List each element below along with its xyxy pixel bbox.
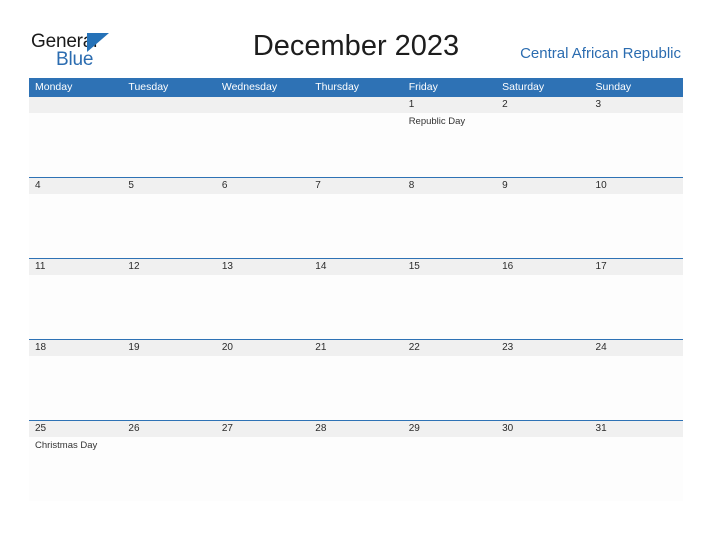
- day-events[interactable]: [496, 113, 589, 177]
- day-events[interactable]: [216, 437, 309, 501]
- week-row: 1 2 3 Republic Day: [29, 96, 683, 177]
- weekday-header-wednesday: Wednesday: [221, 81, 278, 93]
- day-number[interactable]: [309, 97, 402, 113]
- week-row: 4 5 6 7 8 9 10: [29, 177, 683, 258]
- day-events[interactable]: [122, 194, 215, 258]
- weekday-header-friday: Friday: [408, 81, 438, 93]
- day-number[interactable]: 11: [29, 259, 122, 275]
- week-date-band: 18 19 20 21 22 23 24: [29, 339, 683, 356]
- weekday-header-saturday: Saturday: [502, 81, 545, 93]
- week-event-band: [29, 194, 683, 258]
- day-events[interactable]: [29, 194, 122, 258]
- day-number[interactable]: 9: [496, 178, 589, 194]
- week-date-band: 25 26 27 28 29 30 31: [29, 420, 683, 437]
- page-header: General Blue December 2023 Central Afric…: [0, 0, 712, 76]
- day-events[interactable]: [403, 437, 496, 501]
- day-number[interactable]: [216, 97, 309, 113]
- day-number[interactable]: 4: [29, 178, 122, 194]
- day-events[interactable]: [216, 275, 309, 339]
- weekday-header-thursday: Thursday: [315, 81, 360, 93]
- day-number[interactable]: 13: [216, 259, 309, 275]
- day-events[interactable]: [309, 356, 402, 420]
- day-number[interactable]: 26: [122, 421, 215, 437]
- day-number[interactable]: 8: [403, 178, 496, 194]
- week-row: 11 12 13 14 15 16 17: [29, 258, 683, 339]
- day-events[interactable]: [122, 275, 215, 339]
- day-events[interactable]: [29, 356, 122, 420]
- week-event-band: [29, 356, 683, 420]
- week-row: 25 26 27 28 29 30 31 Christmas Day: [29, 420, 683, 501]
- day-events[interactable]: [309, 275, 402, 339]
- day-events[interactable]: [590, 194, 683, 258]
- week-event-band: Christmas Day: [29, 437, 683, 501]
- day-number[interactable]: 24: [590, 340, 683, 356]
- week-row: 18 19 20 21 22 23 24: [29, 339, 683, 420]
- day-events[interactable]: [403, 194, 496, 258]
- calendar-grid: Monday Tuesday Wednesday Thursday Friday…: [29, 78, 683, 501]
- day-number[interactable]: 22: [403, 340, 496, 356]
- day-events[interactable]: [590, 356, 683, 420]
- day-number[interactable]: 2: [496, 97, 589, 113]
- day-number[interactable]: [29, 97, 122, 113]
- day-number[interactable]: 20: [216, 340, 309, 356]
- day-events[interactable]: [590, 275, 683, 339]
- day-events[interactable]: [29, 113, 122, 177]
- weekday-header-monday: Monday: [35, 81, 73, 93]
- day-number[interactable]: 29: [403, 421, 496, 437]
- day-number[interactable]: 14: [309, 259, 402, 275]
- day-events[interactable]: [122, 356, 215, 420]
- week-date-band: 4 5 6 7 8 9 10: [29, 177, 683, 194]
- day-number[interactable]: 7: [309, 178, 402, 194]
- day-number[interactable]: 21: [309, 340, 402, 356]
- day-number[interactable]: 19: [122, 340, 215, 356]
- day-events[interactable]: Christmas Day: [29, 437, 122, 501]
- day-events[interactable]: [590, 437, 683, 501]
- day-events[interactable]: [29, 275, 122, 339]
- day-events[interactable]: [403, 356, 496, 420]
- weekday-header-tuesday: Tuesday: [128, 81, 169, 93]
- day-events[interactable]: [590, 113, 683, 177]
- week-date-band: 11 12 13 14 15 16 17: [29, 258, 683, 275]
- day-number[interactable]: 10: [590, 178, 683, 194]
- day-events[interactable]: [496, 437, 589, 501]
- week-event-band: [29, 275, 683, 339]
- day-number[interactable]: 31: [590, 421, 683, 437]
- day-events[interactable]: [496, 275, 589, 339]
- day-events[interactable]: [309, 437, 402, 501]
- day-events[interactable]: [216, 113, 309, 177]
- day-number[interactable]: 23: [496, 340, 589, 356]
- event-label: Christmas Day: [35, 440, 98, 451]
- week-event-band: Republic Day: [29, 113, 683, 177]
- event-label: Republic Day: [408, 116, 466, 127]
- day-events[interactable]: [216, 356, 309, 420]
- week-date-band: 1 2 3: [29, 96, 683, 113]
- weekday-header-sunday: Sunday: [595, 81, 632, 93]
- day-number[interactable]: 3: [590, 97, 683, 113]
- day-events[interactable]: [216, 194, 309, 258]
- calendar-page: General Blue December 2023 Central Afric…: [0, 0, 712, 550]
- day-number[interactable]: 30: [496, 421, 589, 437]
- day-events[interactable]: Republic Day: [403, 113, 496, 177]
- day-events[interactable]: [309, 113, 402, 177]
- day-events[interactable]: [496, 356, 589, 420]
- region-label: Central African Republic: [520, 45, 681, 62]
- day-number[interactable]: 27: [216, 421, 309, 437]
- day-events[interactable]: [122, 113, 215, 177]
- day-number[interactable]: 1: [403, 97, 496, 113]
- day-events[interactable]: [403, 275, 496, 339]
- day-number[interactable]: 28: [309, 421, 402, 437]
- day-events[interactable]: [496, 194, 589, 258]
- day-number[interactable]: 12: [122, 259, 215, 275]
- day-number[interactable]: 17: [590, 259, 683, 275]
- day-number[interactable]: 6: [216, 178, 309, 194]
- day-events[interactable]: [122, 437, 215, 501]
- weekday-header-row: Monday Tuesday Wednesday Thursday Friday…: [29, 78, 683, 96]
- day-number[interactable]: 16: [496, 259, 589, 275]
- day-number[interactable]: [122, 97, 215, 113]
- day-number[interactable]: 18: [29, 340, 122, 356]
- day-number[interactable]: 25: [29, 421, 122, 437]
- day-number[interactable]: 5: [122, 178, 215, 194]
- day-events[interactable]: [309, 194, 402, 258]
- day-number[interactable]: 15: [403, 259, 496, 275]
